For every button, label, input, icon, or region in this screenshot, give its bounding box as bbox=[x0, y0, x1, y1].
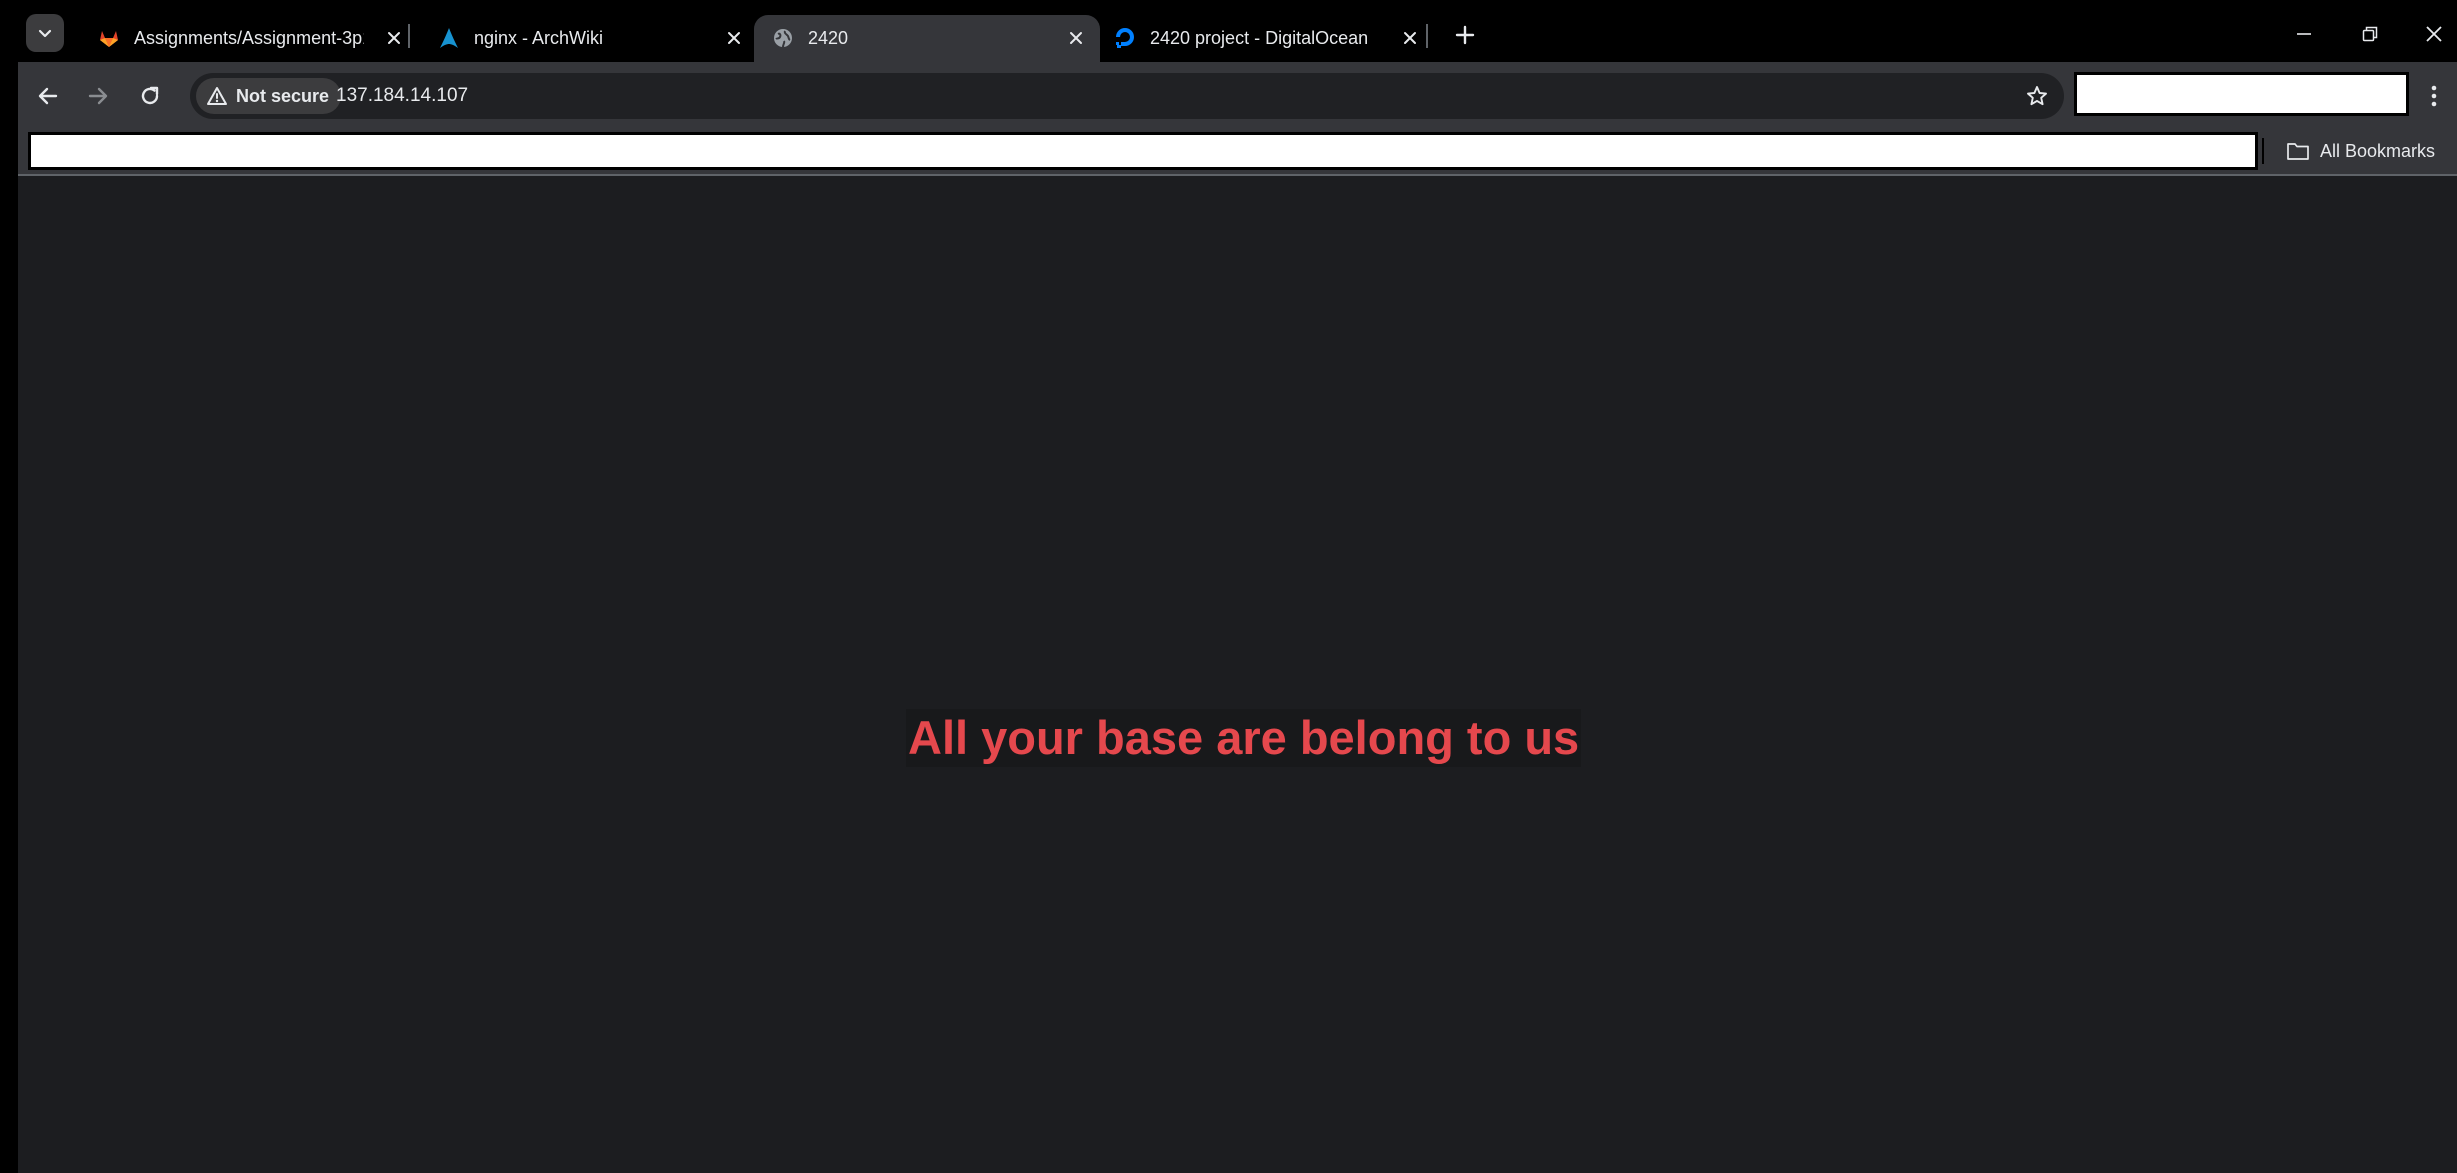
tab-search-button[interactable] bbox=[26, 14, 64, 52]
all-bookmarks-label: All Bookmarks bbox=[2320, 140, 2436, 161]
browser-toolbar: Not secure 137.184.14.107 bbox=[18, 62, 2457, 130]
tab-title: Assignments/Assignment-3p1.m bbox=[134, 28, 364, 48]
tab-digitalocean[interactable]: 2420 project - DigitalOcean bbox=[1096, 15, 1434, 62]
tab-title: 2420 project - DigitalOcean bbox=[1150, 28, 1369, 48]
restore-button[interactable] bbox=[2350, 14, 2390, 54]
address-bar[interactable]: Not secure 137.184.14.107 bbox=[190, 73, 2064, 119]
plus-icon bbox=[1455, 25, 1475, 45]
forward-button[interactable] bbox=[78, 76, 118, 116]
all-bookmarks-button[interactable]: All Bookmarks bbox=[2286, 136, 2435, 166]
close-tab-icon[interactable] bbox=[722, 26, 746, 50]
bookmark-star-button[interactable] bbox=[2022, 81, 2052, 111]
bookmarks-separator bbox=[2262, 138, 2264, 164]
tab-separator bbox=[1426, 24, 1428, 48]
reload-icon bbox=[141, 86, 159, 105]
new-tab-button[interactable] bbox=[1448, 18, 1482, 52]
redacted-extensions-area bbox=[2074, 72, 2409, 116]
security-chip[interactable]: Not secure bbox=[196, 78, 342, 114]
tab-archwiki[interactable]: nginx - ArchWiki bbox=[420, 15, 758, 62]
arrow-right-icon bbox=[88, 87, 108, 105]
security-label: Not secure bbox=[236, 85, 330, 106]
gitlab-icon bbox=[96, 25, 122, 51]
tab-separator bbox=[408, 24, 410, 48]
back-button[interactable] bbox=[28, 76, 68, 116]
close-tab-icon[interactable] bbox=[382, 26, 406, 50]
close-tab-icon[interactable] bbox=[1064, 26, 1088, 50]
globe-icon bbox=[770, 25, 796, 51]
digitalocean-icon bbox=[1112, 25, 1138, 51]
bookmarks-bar: All Bookmarks bbox=[18, 130, 2457, 176]
chevron-down-icon bbox=[38, 29, 52, 38]
archwiki-icon bbox=[436, 25, 462, 51]
browser-window: Assignments/Assignment-3p1.m nginx - Arc… bbox=[0, 0, 2457, 1173]
tab-gitlab[interactable]: Assignments/Assignment-3p1.m bbox=[80, 15, 418, 62]
close-icon bbox=[2426, 26, 2442, 42]
folder-icon bbox=[2287, 143, 2309, 160]
redacted-bookmarks-area bbox=[28, 132, 2258, 170]
warning-icon bbox=[207, 87, 227, 105]
star-icon bbox=[2027, 86, 2047, 106]
close-tab-icon[interactable] bbox=[1398, 26, 1422, 50]
minimize-icon bbox=[2297, 33, 2311, 35]
tab-title: nginx - ArchWiki bbox=[474, 28, 604, 48]
more-vertical-icon bbox=[2431, 85, 2437, 107]
close-window-button[interactable] bbox=[2414, 14, 2454, 54]
page-viewport: All your base are belong to us bbox=[18, 176, 2457, 1173]
tab-strip: Assignments/Assignment-3p1.m nginx - Arc… bbox=[18, 0, 2457, 62]
url-text[interactable]: 137.184.14.107 bbox=[336, 85, 468, 107]
tab-2420[interactable]: 2420 bbox=[754, 15, 1100, 62]
page-headline: All your base are belong to us bbox=[906, 709, 1582, 767]
arrow-left-icon bbox=[38, 87, 58, 105]
tab-title: 2420 bbox=[808, 28, 849, 48]
minimize-button[interactable] bbox=[2284, 14, 2324, 54]
browser-menu-button[interactable] bbox=[2418, 76, 2450, 116]
reload-button[interactable] bbox=[130, 76, 170, 116]
restore-icon bbox=[2362, 26, 2378, 42]
